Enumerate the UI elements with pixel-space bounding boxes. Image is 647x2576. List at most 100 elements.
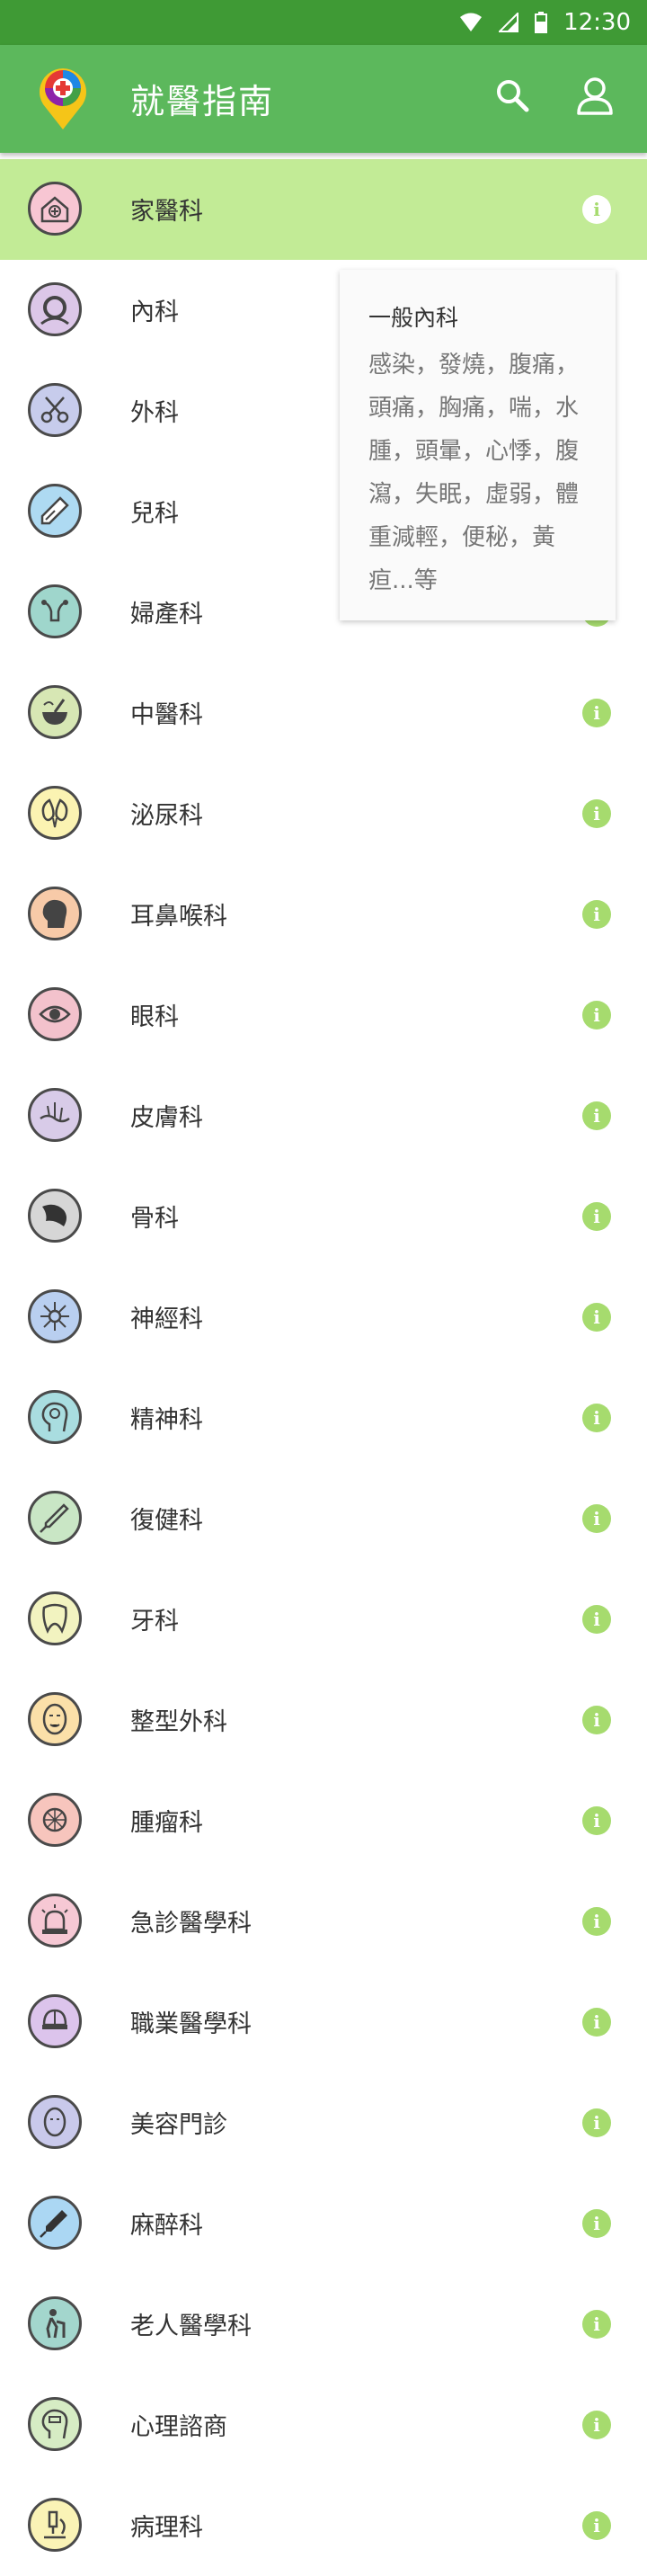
department-label: 急診醫學科	[130, 1910, 252, 1938]
tooth-icon	[28, 1591, 82, 1645]
department-label: 神經科	[130, 1306, 203, 1333]
siren-icon	[28, 1894, 82, 1948]
department-label: 美容門診	[130, 2111, 227, 2139]
info-icon[interactable]: i	[582, 799, 611, 828]
info-icon[interactable]: i	[582, 1706, 611, 1734]
eye-icon	[28, 987, 82, 1041]
info-icon[interactable]: i	[582, 1001, 611, 1030]
department-label: 骨科	[130, 1205, 179, 1233]
status-bar: 12:30	[0, 0, 647, 45]
face-icon	[28, 1692, 82, 1746]
department-label: 皮膚科	[130, 1104, 203, 1132]
kidney-icon	[28, 786, 82, 840]
department-row[interactable]: 急診醫學科 i	[0, 1871, 647, 1972]
account-button[interactable]	[568, 68, 622, 122]
syringe-icon	[28, 484, 82, 538]
department-label: 精神科	[130, 1406, 203, 1434]
department-label: 泌尿科	[130, 802, 203, 830]
department-label: 職業醫學科	[130, 2010, 252, 2038]
search-icon	[497, 80, 529, 112]
department-label: 中醫科	[130, 701, 203, 729]
info-icon[interactable]: i	[582, 699, 611, 727]
department-row[interactable]: 神經科 i	[0, 1267, 647, 1368]
department-label: 整型外科	[130, 1708, 227, 1736]
department-label: 老人醫學科	[130, 2313, 252, 2340]
department-label: 腫瘤科	[130, 1809, 203, 1837]
department-label: 眼科	[130, 1003, 179, 1031]
department-row[interactable]: 精神科 i	[0, 1368, 647, 1468]
department-row[interactable]: 骨科 i	[0, 1166, 647, 1267]
department-label: 牙科	[130, 1608, 179, 1636]
user-icon	[577, 77, 613, 115]
beauty-face-icon	[28, 2095, 82, 2149]
battery-icon	[535, 12, 548, 33]
department-row[interactable]: 泌尿科 i	[0, 763, 647, 864]
department-label: 兒科	[130, 500, 179, 528]
info-icon[interactable]: i	[582, 2511, 611, 2540]
cell-signal-icon	[499, 13, 519, 32]
scissors-icon	[28, 383, 82, 437]
department-row[interactable]: 復健科 i	[0, 1468, 647, 1569]
department-row[interactable]: 腫瘤科 i	[0, 1770, 647, 1871]
info-icon[interactable]: i	[582, 1504, 611, 1533]
department-row[interactable]: 皮膚科 i	[0, 1065, 647, 1166]
info-icon[interactable]: i	[582, 1907, 611, 1936]
uterus-icon	[28, 584, 82, 638]
department-row[interactable]: 麻醉科 i	[0, 2173, 647, 2274]
department-label: 婦產科	[130, 601, 203, 628]
info-icon[interactable]: i	[582, 1404, 611, 1432]
app-logo-icon	[36, 63, 90, 131]
department-row[interactable]: 中醫科 i	[0, 663, 647, 763]
info-icon[interactable]: i	[582, 900, 611, 929]
department-row[interactable]: 耳鼻喉科 i	[0, 864, 647, 965]
department-row[interactable]: 老人醫學科 i	[0, 2274, 647, 2375]
info-icon[interactable]: i	[582, 2108, 611, 2137]
department-label: 內科	[130, 299, 179, 326]
department-row[interactable]: 牙科 i	[0, 1569, 647, 1670]
tooltip-body: 感染，發燒，腹痛，頭痛，胸痛，喘，水腫，頭暈，心悸，腹瀉，失眠，虛弱，體重減輕，…	[368, 352, 580, 594]
anesthesia-syringe-icon	[28, 2196, 82, 2250]
department-row[interactable]: 心理諮商 i	[0, 2375, 647, 2475]
head-profile-icon	[28, 887, 82, 940]
department-label: 耳鼻喉科	[130, 903, 227, 931]
elderly-icon	[28, 2296, 82, 2350]
mortar-icon	[28, 685, 82, 739]
bone-icon	[28, 1189, 82, 1243]
department-label: 復健科	[130, 1507, 203, 1535]
info-icon[interactable]: i	[582, 2008, 611, 2037]
department-row[interactable]: 職業醫學科 i	[0, 1972, 647, 2072]
skin-icon	[28, 1088, 82, 1142]
info-icon[interactable]: i	[582, 2310, 611, 2339]
department-row[interactable]: 家醫科 i	[0, 159, 647, 260]
department-row[interactable]: 美容門診 i	[0, 2072, 647, 2173]
department-label: 心理諮商	[130, 2413, 227, 2441]
app-title: 就醫指南	[130, 82, 275, 121]
clock-time: 12:30	[563, 9, 631, 36]
neuron-icon	[28, 1289, 82, 1343]
mind-icon	[28, 1390, 82, 1444]
info-tooltip: 一般內科 感染，發燒，腹痛，頭痛，胸痛，喘，水腫，頭暈，心悸，腹瀉，失眠，虛弱，…	[340, 270, 616, 620]
department-row[interactable]: 病理科 i	[0, 2475, 647, 2576]
department-label: 外科	[130, 399, 179, 427]
counseling-icon	[28, 2397, 82, 2451]
info-icon[interactable]: i	[582, 1806, 611, 1835]
tumor-icon	[28, 1793, 82, 1847]
microscope-icon	[28, 2498, 82, 2552]
department-label: 麻醉科	[130, 2212, 203, 2240]
app-bar: 就醫指南	[0, 45, 647, 153]
search-button[interactable]	[485, 68, 539, 122]
info-icon[interactable]: i	[582, 2411, 611, 2439]
info-icon[interactable]: i	[582, 195, 611, 224]
department-label: 家醫科	[130, 198, 203, 226]
info-icon[interactable]: i	[582, 1202, 611, 1231]
info-icon[interactable]: i	[582, 1303, 611, 1332]
info-icon[interactable]: i	[582, 1605, 611, 1634]
department-row[interactable]: 整型外科 i	[0, 1670, 647, 1770]
helmet-icon	[28, 1994, 82, 2048]
info-icon[interactable]: i	[582, 2209, 611, 2238]
info-icon[interactable]: i	[582, 1101, 611, 1130]
department-row[interactable]: 眼科 i	[0, 965, 647, 1065]
house-icon	[28, 182, 82, 236]
needle-icon	[28, 1491, 82, 1545]
magnifier-icon	[28, 282, 82, 336]
